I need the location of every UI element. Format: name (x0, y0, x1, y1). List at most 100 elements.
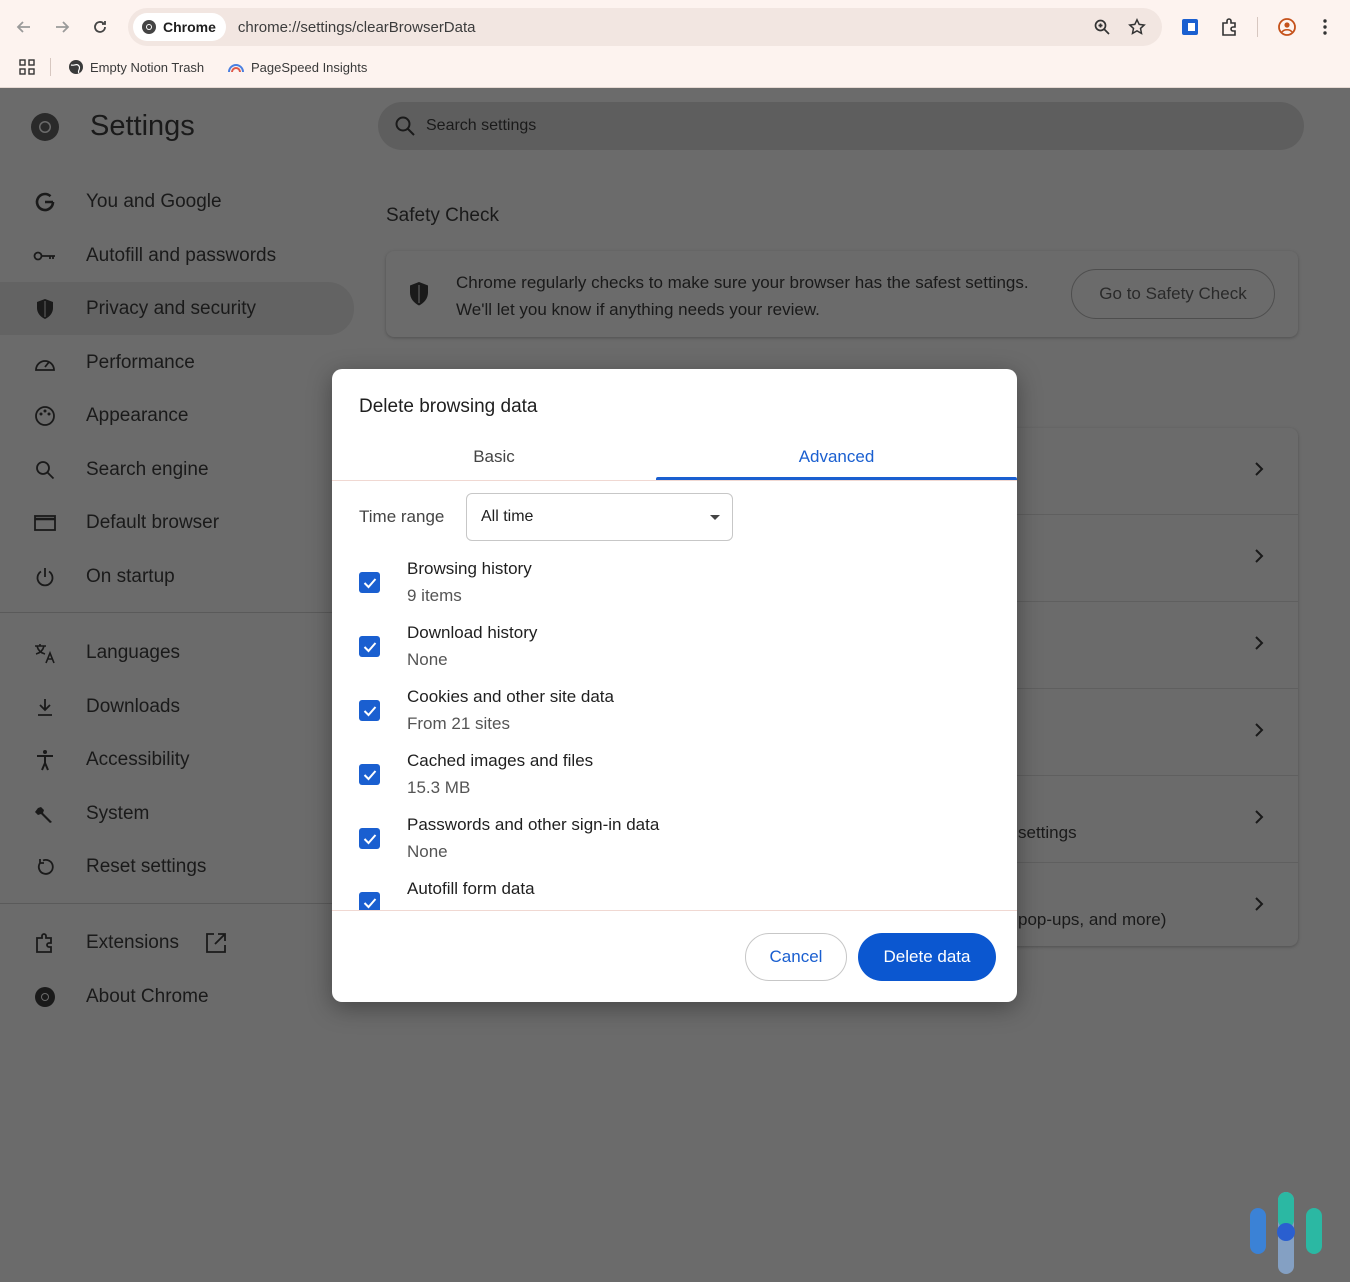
chevron-right-icon (1254, 635, 1264, 656)
time-range-value: All time (481, 508, 534, 525)
sidebar-item-label: Search engine (86, 458, 209, 480)
list-item-cached-images[interactable]: Cached images and files 15.3 MB (332, 751, 1017, 815)
sidebar-item-accessibility[interactable]: Accessibility (0, 733, 354, 786)
go-to-safety-check-button[interactable]: Go to Safety Check (1071, 269, 1275, 319)
zoom-icon[interactable] (1092, 17, 1112, 37)
search-settings-input[interactable]: Search settings (378, 102, 1304, 150)
search-icon (395, 116, 415, 136)
safety-check-text: Chrome regularly checks to make sure you… (456, 273, 1029, 319)
checkbox-checked-icon[interactable] (359, 892, 380, 911)
bookmarks-divider (50, 58, 51, 76)
kebab-menu-icon[interactable] (1312, 14, 1338, 40)
cancel-button[interactable]: Cancel (745, 933, 847, 981)
profile-avatar-icon[interactable] (1274, 14, 1300, 40)
chevron-right-icon (1254, 461, 1264, 482)
bookmarks-bar: Empty Notion Trash PageSpeed Insights (0, 52, 1350, 82)
list-item-browsing-history[interactable]: Browsing history 9 items (332, 559, 1017, 623)
row-text: settings (1018, 823, 1077, 842)
safety-check-heading: Safety Check (386, 205, 499, 226)
list-item-download-history[interactable]: Download history None (332, 623, 1017, 687)
apps-grid-icon[interactable] (18, 58, 36, 76)
chrome-logo-icon (33, 985, 57, 1009)
item-detail: From 21 sites (407, 714, 510, 733)
sidebar-item-autofill[interactable]: Autofill and passwords (0, 229, 354, 282)
sidebar-item-label: About Chrome (86, 985, 209, 1007)
bookmark-pagespeed-insights[interactable]: PageSpeed Insights (227, 60, 367, 75)
checkbox-checked-icon[interactable] (359, 764, 380, 785)
browser-window-icon (33, 511, 57, 535)
sidebar-item-system[interactable]: System (0, 787, 354, 840)
reload-icon[interactable] (87, 14, 113, 40)
wrench-icon (33, 802, 57, 826)
sidebar-item-about-chrome[interactable]: About Chrome (0, 970, 354, 1023)
sidebar-item-label: Performance (86, 351, 195, 373)
list-item-autofill-form-data[interactable]: Autofill form data (332, 879, 1017, 911)
sidebar-item-label: Appearance (86, 404, 189, 426)
list-item-passwords[interactable]: Passwords and other sign-in data None (332, 815, 1017, 879)
sidebar-divider (0, 612, 370, 613)
sidebar-item-label: Autofill and passwords (86, 244, 277, 266)
external-link-icon (204, 931, 228, 960)
shield-icon (408, 281, 430, 312)
sidebar-item-performance[interactable]: Performance (0, 336, 354, 389)
sidebar-item-on-startup[interactable]: On startup (0, 550, 354, 603)
sidebar-item-label: You and Google (86, 190, 222, 212)
address-bar[interactable]: Chrome chrome://settings/clearBrowserDat… (128, 8, 1162, 46)
sidebar-item-label: Extensions (86, 931, 179, 953)
sidebar-item-extensions[interactable]: Extensions (0, 916, 354, 969)
sidebar-item-you-and-google[interactable]: You and Google (0, 175, 354, 228)
bookmark-star-icon[interactable] (1127, 17, 1147, 37)
palette-icon (33, 404, 57, 428)
row-text: pop-ups, and more) (1018, 910, 1167, 929)
item-label: Passwords and other sign-in data (407, 815, 660, 834)
sidebar-item-label: Default browser (86, 511, 220, 533)
search-icon (33, 458, 57, 482)
checkbox-checked-icon[interactable] (359, 572, 380, 593)
list-item-cookies[interactable]: Cookies and other site data From 21 site… (332, 687, 1017, 751)
sidebar-item-label: On startup (86, 565, 175, 587)
sidebar-item-label: Downloads (86, 695, 180, 717)
chevron-right-icon (1254, 809, 1264, 830)
delete-data-button[interactable]: Delete data (858, 933, 996, 981)
sidebar-item-languages[interactable]: Languages (0, 626, 354, 679)
key-icon (33, 244, 57, 268)
globe-icon (69, 60, 83, 74)
sidebar-item-label: Reset settings (86, 855, 207, 877)
sidebar-item-search-engine[interactable]: Search engine (0, 443, 354, 496)
accessibility-icon (33, 748, 57, 772)
checkbox-checked-icon[interactable] (359, 636, 380, 657)
dialog-title: Delete browsing data (359, 396, 538, 417)
time-range-select[interactable]: All time (466, 493, 733, 541)
data-type-list[interactable]: Browsing history 9 items Download histor… (332, 559, 1017, 911)
sidebar-item-downloads[interactable]: Downloads (0, 680, 354, 733)
checkbox-checked-icon[interactable] (359, 700, 380, 721)
sidebar-item-privacy[interactable]: Privacy and security (0, 282, 354, 335)
site-chip[interactable]: Chrome (133, 13, 226, 41)
extensions-puzzle-icon[interactable] (1216, 14, 1242, 40)
forward-arrow-icon[interactable] (49, 14, 75, 40)
sidebar-item-appearance[interactable]: Appearance (0, 389, 354, 442)
extension-shield-icon[interactable] (1177, 14, 1203, 40)
puzzle-icon (33, 931, 57, 955)
bookmark-label: Empty Notion Trash (90, 59, 205, 75)
dropdown-caret-icon (710, 515, 720, 520)
sidebar-item-reset-settings[interactable]: Reset settings (0, 840, 354, 893)
tab-basic[interactable]: Basic (332, 433, 656, 481)
chevron-right-icon (1254, 896, 1264, 917)
item-label: Cached images and files (407, 751, 594, 770)
back-arrow-icon[interactable] (11, 14, 37, 40)
checkbox-checked-icon[interactable] (359, 828, 380, 849)
browser-toolbar: Chrome chrome://settings/clearBrowserDat… (0, 0, 1350, 88)
reset-icon (33, 855, 57, 879)
sidebar-item-label: System (86, 802, 150, 824)
page-title: Settings (90, 110, 195, 142)
item-detail: None (407, 650, 448, 669)
google-icon (33, 190, 57, 214)
chevron-right-icon (1254, 548, 1264, 569)
bookmark-empty-notion-trash[interactable]: Empty Notion Trash (68, 59, 204, 75)
speedometer-icon (33, 351, 57, 375)
url-text[interactable]: chrome://settings/clearBrowserData (238, 19, 476, 36)
sidebar-item-default-browser[interactable]: Default browser (0, 496, 354, 549)
sidebar-divider (0, 903, 370, 904)
tab-advanced[interactable]: Advanced (656, 433, 1017, 481)
